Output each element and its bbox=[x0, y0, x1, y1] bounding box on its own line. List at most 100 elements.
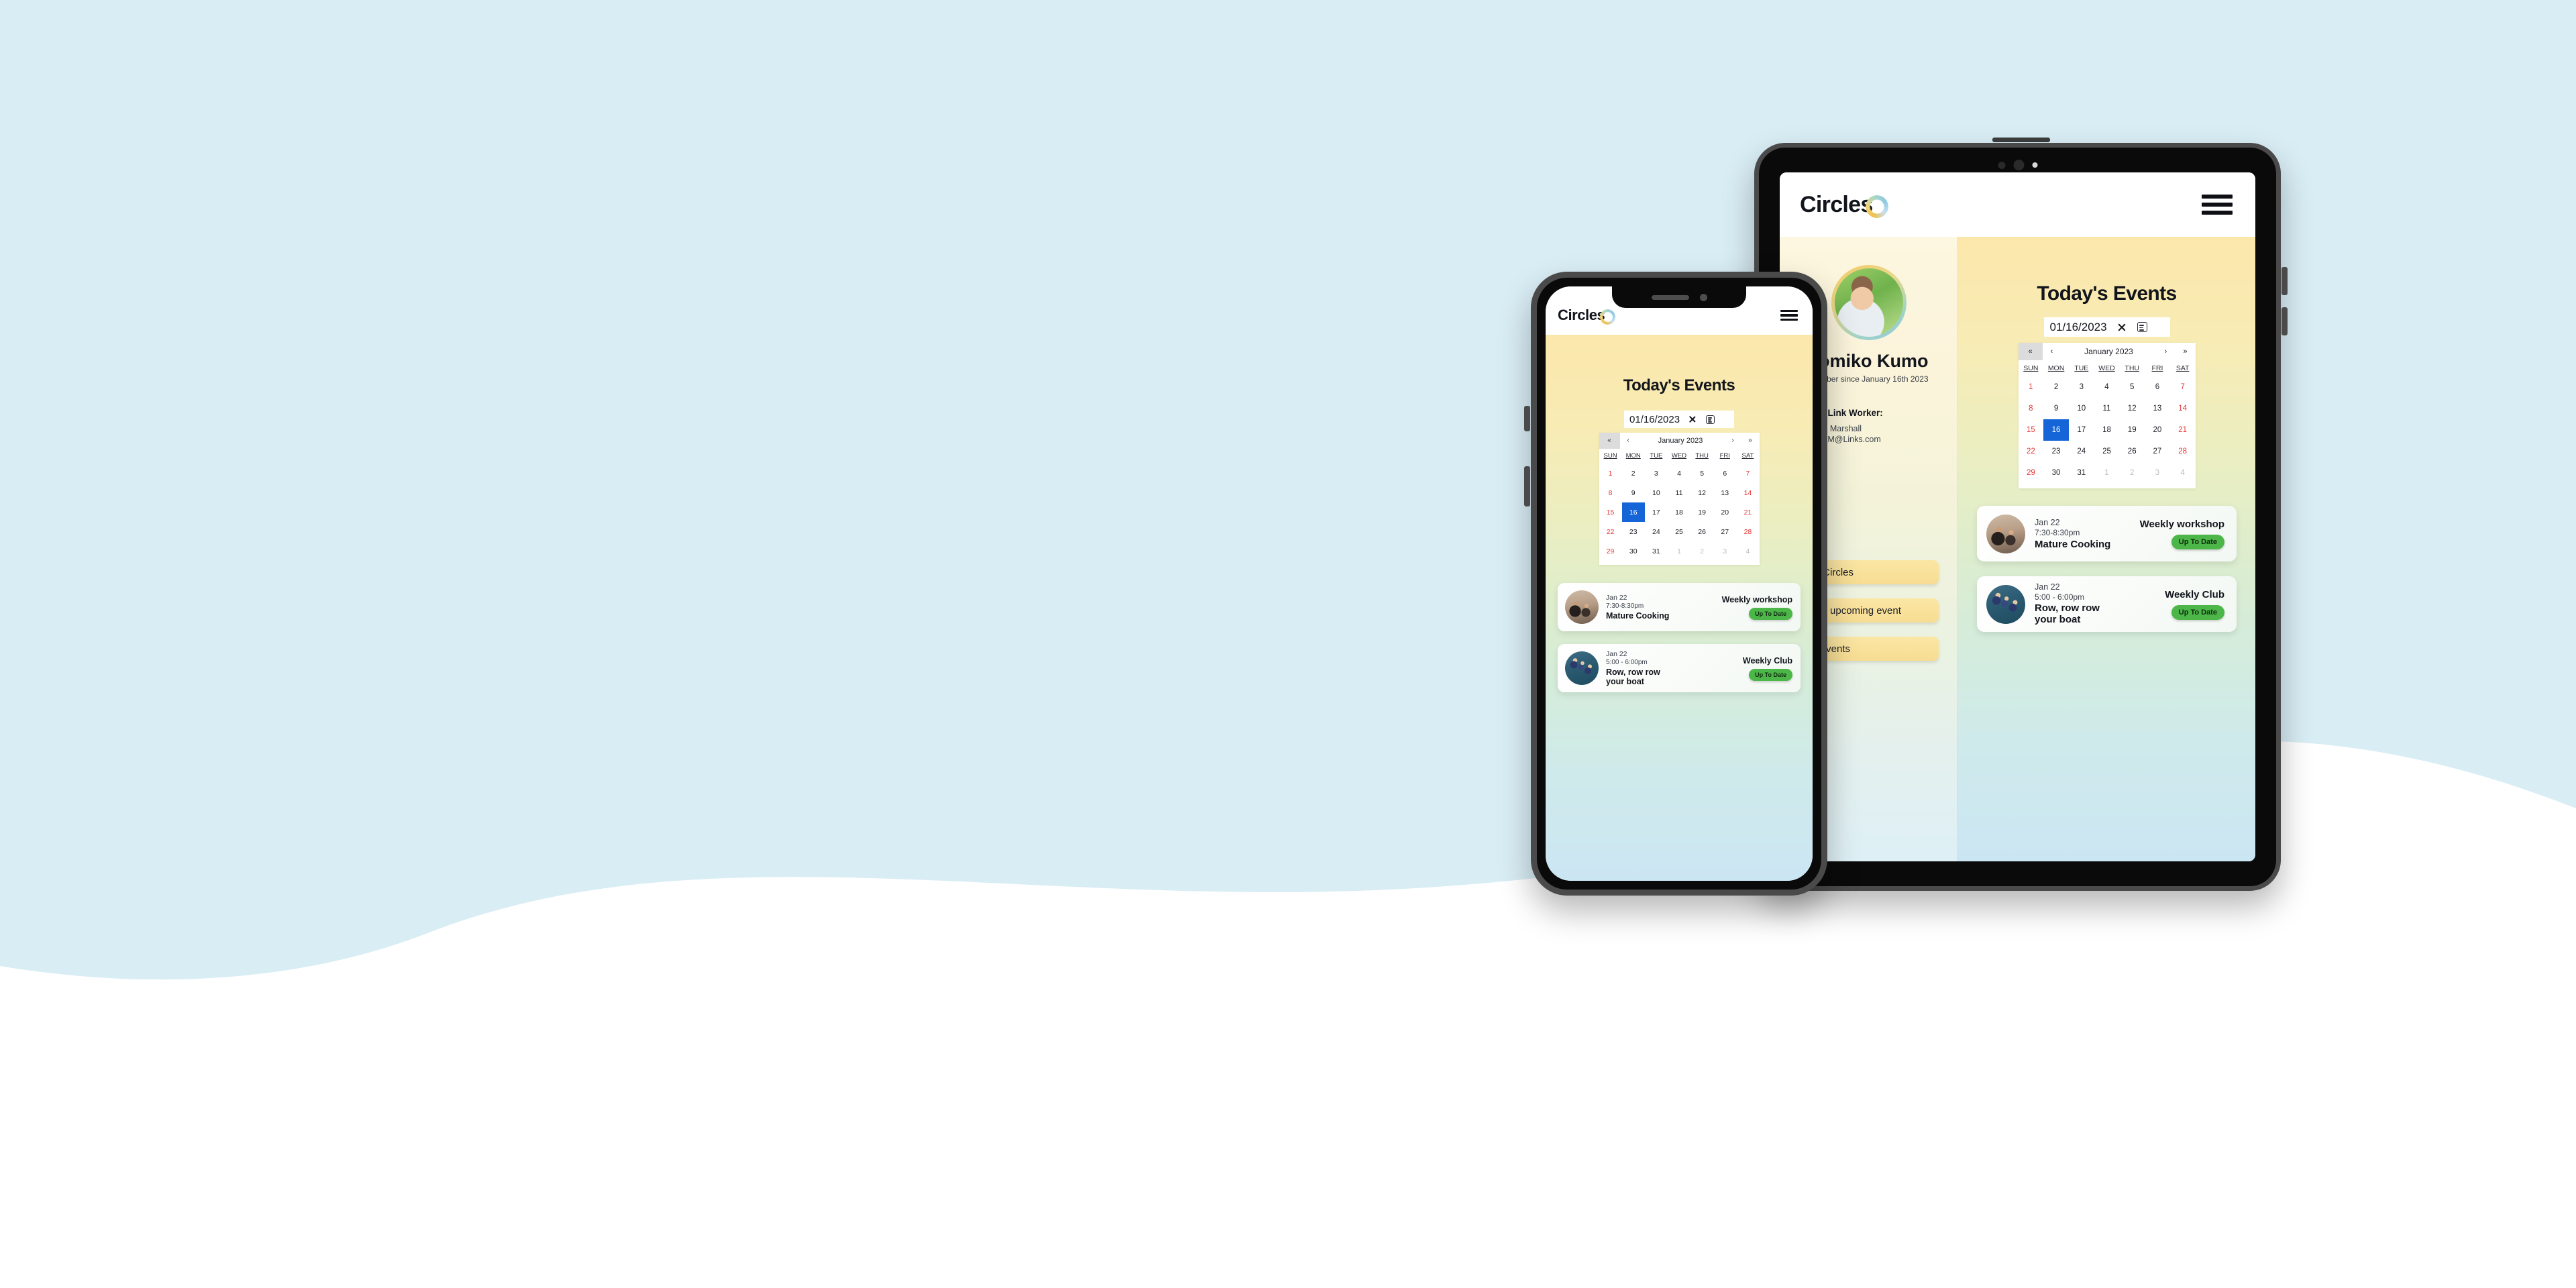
calendar-day[interactable]: 29 bbox=[1599, 541, 1622, 561]
calendar-day[interactable]: 15 bbox=[2019, 419, 2044, 441]
calendar-day[interactable]: 2 bbox=[2043, 376, 2069, 398]
calendar-day[interactable]: 14 bbox=[2170, 398, 2196, 419]
calendar-day[interactable]: 16 bbox=[2043, 419, 2069, 441]
calendar-widget[interactable]: « ‹ January 2023 › » SUN MON TUE WED THU… bbox=[2018, 343, 2196, 488]
calendar-day[interactable]: 3 bbox=[1645, 464, 1668, 483]
calendar-day[interactable]: 12 bbox=[1690, 483, 1713, 502]
brand-logo[interactable]: Circles bbox=[1800, 191, 1888, 218]
calendar-day[interactable]: 8 bbox=[1599, 483, 1622, 502]
event-card[interactable]: Jan 22 7:30-8:30pm Mature Cooking Weekly… bbox=[1558, 583, 1801, 631]
close-x-icon[interactable] bbox=[2116, 321, 2128, 333]
phone-side-button-volume[interactable] bbox=[1524, 406, 1530, 431]
calendar-day[interactable]: 4 bbox=[2170, 462, 2196, 484]
calendar-day[interactable]: 3 bbox=[1713, 541, 1736, 561]
calendar-day[interactable]: 17 bbox=[1645, 502, 1668, 522]
calendar-day[interactable]: 7 bbox=[2170, 376, 2196, 398]
calendar-day[interactable]: 5 bbox=[2119, 376, 2145, 398]
calendar-day[interactable]: 14 bbox=[1736, 483, 1759, 502]
calendar-day[interactable]: 17 bbox=[2069, 419, 2094, 441]
calendar-nav-prev[interactable]: ‹ bbox=[1620, 433, 1637, 449]
calendar-day[interactable]: 30 bbox=[1622, 541, 1645, 561]
status-badge[interactable]: Up To Date bbox=[1749, 607, 1792, 620]
calendar-day[interactable]: 3 bbox=[2069, 376, 2094, 398]
calendar-widget[interactable]: « ‹ January 2023 › » SUN MON TUE WED THU… bbox=[1599, 433, 1760, 565]
hamburger-icon[interactable] bbox=[2202, 195, 2233, 215]
calendar-day[interactable]: 8 bbox=[2019, 398, 2044, 419]
calendar-day[interactable]: 31 bbox=[1645, 541, 1668, 561]
calendar-day[interactable]: 16 bbox=[1621, 502, 1645, 522]
calendar-day[interactable]: 20 bbox=[2145, 419, 2170, 441]
calendar-nav-last[interactable]: » bbox=[1741, 433, 1760, 449]
calendar-day[interactable]: 30 bbox=[2043, 462, 2069, 484]
calendar-day[interactable]: 29 bbox=[2019, 462, 2044, 484]
calendar-day[interactable]: 28 bbox=[1736, 522, 1759, 541]
calendar-day[interactable]: 25 bbox=[2094, 441, 2120, 462]
calendar-day[interactable]: 18 bbox=[1668, 502, 1690, 522]
calendar-day[interactable]: 21 bbox=[2170, 419, 2196, 441]
calendar-day[interactable]: 21 bbox=[1736, 502, 1759, 522]
calendar-day[interactable]: 26 bbox=[2119, 441, 2145, 462]
calendar-day[interactable]: 25 bbox=[1668, 522, 1690, 541]
calendar-day[interactable]: 10 bbox=[1645, 483, 1668, 502]
calendar-day[interactable]: 26 bbox=[1690, 522, 1713, 541]
calendar-day[interactable]: 19 bbox=[2119, 419, 2145, 441]
calendar-day[interactable]: 13 bbox=[1713, 483, 1736, 502]
calendar-day[interactable]: 19 bbox=[1690, 502, 1713, 522]
phone-side-button-power[interactable] bbox=[1524, 466, 1530, 506]
calendar-day[interactable]: 1 bbox=[2019, 376, 2044, 398]
status-badge[interactable]: Up To Date bbox=[2171, 604, 2224, 620]
calendar-day[interactable]: 31 bbox=[2069, 462, 2094, 484]
calendar-day[interactable]: 5 bbox=[1690, 464, 1713, 483]
calendar-day[interactable]: 28 bbox=[2170, 441, 2196, 462]
calendar-day[interactable]: 9 bbox=[2043, 398, 2069, 419]
calendar-day[interactable]: 24 bbox=[2069, 441, 2094, 462]
calendar-day[interactable]: 15 bbox=[1599, 502, 1622, 522]
calendar-day[interactable]: 4 bbox=[2094, 376, 2120, 398]
event-card[interactable]: Jan 22 5:00 - 6:00pm Row, row row your b… bbox=[1977, 576, 2237, 632]
calendar-day[interactable]: 18 bbox=[2094, 419, 2120, 441]
hamburger-icon[interactable] bbox=[1780, 309, 1798, 321]
calendar-nav-first[interactable]: « bbox=[1599, 433, 1620, 449]
status-badge[interactable]: Up To Date bbox=[1749, 668, 1792, 681]
calendar-day[interactable]: 11 bbox=[1668, 483, 1690, 502]
calendar-day[interactable]: 13 bbox=[2145, 398, 2170, 419]
date-input[interactable]: 01/16/2023 bbox=[1624, 411, 1734, 428]
calendar-day[interactable]: 20 bbox=[1713, 502, 1736, 522]
calendar-nav-next[interactable]: › bbox=[1725, 433, 1741, 449]
calendar-nav-first[interactable]: « bbox=[2018, 343, 2043, 360]
calendar-day[interactable]: 1 bbox=[2094, 462, 2120, 484]
close-x-icon[interactable] bbox=[1687, 414, 1698, 425]
calendar-day[interactable]: 2 bbox=[1622, 464, 1645, 483]
date-input[interactable]: 01/16/2023 bbox=[2043, 317, 2170, 337]
event-card[interactable]: Jan 22 7:30-8:30pm Mature Cooking Weekly… bbox=[1977, 506, 2237, 561]
calendar-day[interactable]: 4 bbox=[1736, 541, 1759, 561]
calendar-nav-prev[interactable]: ‹ bbox=[2043, 343, 2061, 360]
calendar-day[interactable]: 27 bbox=[1713, 522, 1736, 541]
calendar-day[interactable]: 24 bbox=[1645, 522, 1668, 541]
calendar-day[interactable]: 23 bbox=[1622, 522, 1645, 541]
calendar-day[interactable]: 2 bbox=[2119, 462, 2145, 484]
calendar-day[interactable]: 12 bbox=[2119, 398, 2145, 419]
calendar-note-icon[interactable] bbox=[2137, 322, 2147, 332]
calendar-nav-last[interactable]: » bbox=[2176, 343, 2196, 360]
calendar-day[interactable]: 27 bbox=[2145, 441, 2170, 462]
calendar-day[interactable]: 2 bbox=[1690, 541, 1713, 561]
event-card[interactable]: Jan 22 5:00 - 6:00pm Row, row row your b… bbox=[1558, 644, 1801, 692]
calendar-day[interactable]: 7 bbox=[1736, 464, 1759, 483]
calendar-day[interactable]: 4 bbox=[1668, 464, 1690, 483]
calendar-day[interactable]: 11 bbox=[2094, 398, 2120, 419]
calendar-day[interactable]: 22 bbox=[2019, 441, 2044, 462]
calendar-day[interactable]: 1 bbox=[1599, 464, 1622, 483]
calendar-day[interactable]: 3 bbox=[2145, 462, 2170, 484]
calendar-day[interactable]: 22 bbox=[1599, 522, 1622, 541]
tablet-side-button-power[interactable] bbox=[2282, 307, 2288, 335]
calendar-day[interactable]: 6 bbox=[1713, 464, 1736, 483]
calendar-day[interactable]: 9 bbox=[1622, 483, 1645, 502]
calendar-day[interactable]: 6 bbox=[2145, 376, 2170, 398]
calendar-day[interactable]: 23 bbox=[2043, 441, 2069, 462]
tablet-side-button-volume[interactable] bbox=[2282, 267, 2288, 295]
status-badge[interactable]: Up To Date bbox=[2171, 534, 2224, 549]
calendar-day[interactable]: 1 bbox=[1668, 541, 1690, 561]
calendar-day[interactable]: 10 bbox=[2069, 398, 2094, 419]
brand-logo[interactable]: Circles bbox=[1558, 307, 1616, 325]
